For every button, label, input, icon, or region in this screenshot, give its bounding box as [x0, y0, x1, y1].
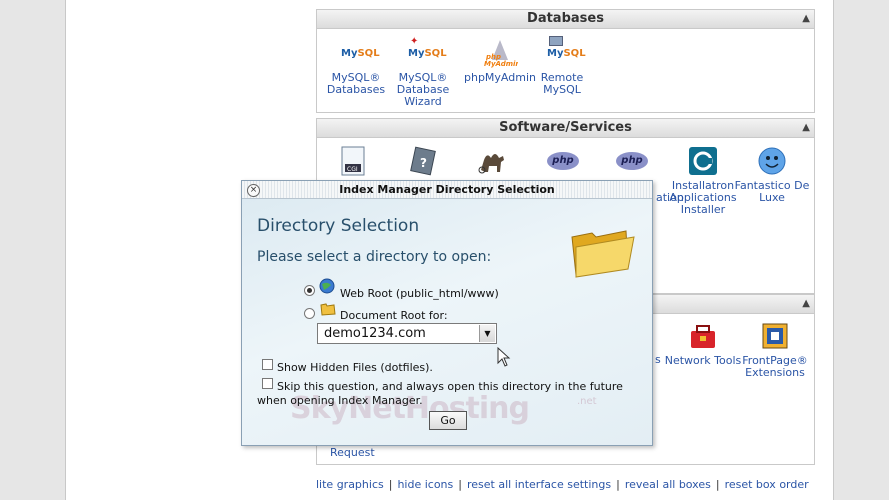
collapse-arrow-icon[interactable]: ▲ — [802, 10, 810, 28]
domain-select[interactable]: demo1234.com ▼ — [317, 323, 497, 344]
right-gutter — [833, 0, 889, 500]
close-icon[interactable]: × — [247, 184, 260, 197]
fantastico-icon — [757, 146, 787, 176]
globe-icon — [319, 278, 335, 297]
document-root-label: Document Root for: — [340, 309, 448, 322]
fantastico-link[interactable]: Fantastico De Luxe — [733, 146, 811, 204]
chevron-down-icon[interactable]: ▼ — [479, 325, 495, 342]
remote-mysql-link[interactable]: MySQL Remote MySQL — [523, 36, 601, 96]
go-button[interactable]: Go — [429, 411, 467, 430]
perl-camel-icon[interactable] — [477, 146, 509, 181]
partial-advanced-label[interactable]: s — [655, 353, 661, 366]
directory-selection-dialog: Index Manager Directory Selection × SkyN… — [241, 180, 653, 446]
reset-settings-link[interactable]: reset all interface settings — [467, 478, 611, 491]
svg-text:?: ? — [420, 156, 427, 170]
mysql-wizard-link[interactable]: MySQL ✦ MySQL® Database Wizard — [384, 36, 462, 108]
remote-mysql-icon: MySQL — [547, 36, 586, 68]
request-link[interactable]: Request — [330, 446, 375, 459]
svg-text:CGI: CGI — [347, 166, 358, 173]
software-title: Software/Services — [499, 120, 632, 135]
open-folder-icon — [568, 223, 638, 281]
software-header[interactable]: Software/Services ▲ — [317, 119, 814, 138]
installatron-link[interactable]: Installatron Applications Installer — [664, 146, 742, 216]
installatron-icon — [688, 146, 718, 176]
databases-title: Databases — [527, 11, 604, 26]
svg-text:MyAdmin: MyAdmin — [484, 60, 518, 68]
document-root-radio[interactable] — [304, 308, 315, 319]
left-gutter — [0, 0, 66, 500]
dialog-titlebar[interactable]: Index Manager Directory Selection — [242, 181, 652, 199]
mysql-wizard-icon: MySQL ✦ — [408, 36, 447, 59]
remote-mysql-label: Remote MySQL — [540, 71, 584, 96]
reset-box-order-link[interactable]: reset box order — [725, 478, 809, 491]
frontpage-link[interactable]: FrontPage® Extensions — [736, 321, 814, 379]
mouse-cursor-icon — [497, 346, 511, 370]
show-hidden-checkbox[interactable] — [262, 359, 273, 370]
phpmyadmin-icon: php MyAdmin — [482, 38, 520, 68]
collapse-arrow-icon[interactable]: ▲ — [802, 119, 810, 137]
dialog-prompt: Please select a directory to open: — [257, 249, 492, 265]
footer-links: lite graphics | hide icons | reset all inter… — [316, 478, 809, 491]
network-tools-link[interactable]: Network Tools — [664, 321, 742, 367]
web-root-label: Web Root (public_html/www) — [340, 287, 499, 300]
show-hidden-label: Show Hidden Files (dotfiles). — [277, 361, 433, 374]
cgi-icon[interactable]: CGI — [340, 146, 366, 181]
folder-icon — [320, 302, 336, 319]
frontpage-icon — [760, 321, 790, 351]
databases-box: Databases ▲ MySQL MySQL® Databases MySQL… — [316, 9, 815, 113]
fantastico-label: Fantastico De Luxe — [734, 179, 810, 204]
frontpage-label: FrontPage® Extensions — [742, 354, 808, 379]
network-tools-icon — [688, 321, 718, 351]
mysql-wizard-label: MySQL® Database Wizard — [396, 71, 450, 108]
lite-graphics-link[interactable]: lite graphics — [316, 478, 384, 491]
skip-question-label: Skip this question, and always open this… — [257, 380, 623, 407]
hide-icons-link[interactable]: hide icons — [397, 478, 453, 491]
domain-select-value: demo1234.com — [324, 326, 426, 341]
dialog-heading: Directory Selection — [257, 216, 420, 236]
php-config-icon[interactable]: php — [616, 152, 648, 170]
installatron-label: Installatron Applications Installer — [669, 179, 737, 216]
php-pear-icon[interactable]: php — [547, 152, 579, 170]
dialog-title: Index Manager Directory Selection — [339, 183, 555, 196]
databases-header[interactable]: Databases ▲ — [317, 10, 814, 29]
collapse-arrow-icon[interactable]: ▲ — [802, 295, 810, 313]
mysql-databases-icon: MySQL — [341, 48, 380, 59]
network-tools-label: Network Tools — [664, 354, 742, 367]
web-root-radio[interactable] — [304, 285, 315, 296]
help-manual-icon[interactable]: ? — [408, 146, 438, 181]
reveal-boxes-link[interactable]: reveal all boxes — [625, 478, 711, 491]
